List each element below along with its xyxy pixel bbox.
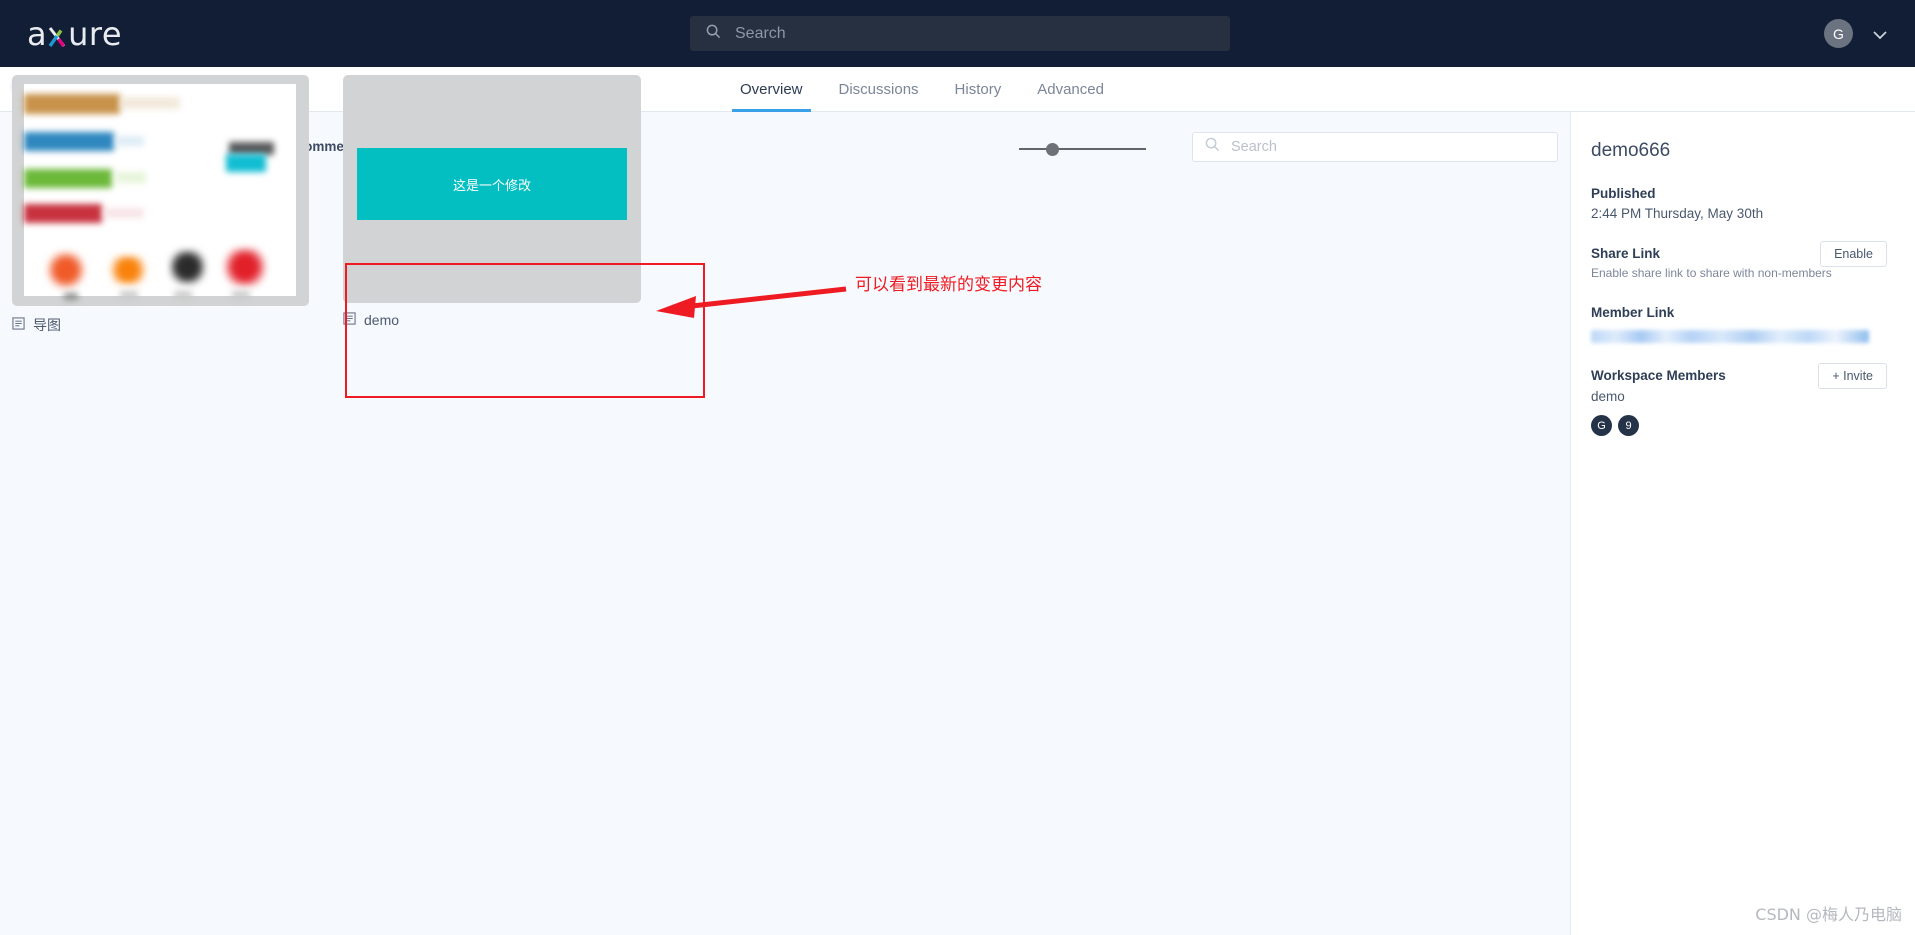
enable-share-link-button[interactable]: Enable [1820, 241, 1887, 267]
user-avatar[interactable]: G [1824, 19, 1853, 48]
member-link-section: Member Link [1591, 305, 1887, 343]
page-label-row: demo [343, 312, 641, 328]
page-label: 导图 [33, 317, 61, 333]
page-thumbnail-daotu[interactable]: 导图 [12, 75, 309, 335]
tab-advanced-label: Advanced [1037, 81, 1104, 98]
workspace-name: demo [1591, 389, 1625, 404]
page-content-block: 这是一个修改 [357, 148, 627, 220]
pages-search-input[interactable]: Search [1192, 132, 1558, 162]
page-icon [12, 317, 25, 333]
page-thumbnail-demo[interactable]: 这是一个修改 demo [343, 75, 641, 328]
watermark: CSDN @梅人乃电脑 [1755, 905, 1902, 924]
member-avatar[interactable]: G [1591, 415, 1612, 436]
chevron-down-icon[interactable] [1872, 27, 1888, 45]
project-title: demo666 [1591, 140, 1671, 161]
member-avatar[interactable]: 9 [1618, 415, 1639, 436]
global-search-placeholder: Search [735, 24, 786, 42]
tab-discussions-label: Discussions [838, 81, 919, 98]
page-thumbnail-preview [24, 84, 296, 300]
published-label: Published [1591, 186, 1656, 201]
axure-logo[interactable]: a ure [27, 15, 122, 53]
member-link-value-redacted[interactable] [1591, 330, 1869, 343]
tab-overview[interactable]: Overview [722, 67, 821, 112]
search-icon [1205, 137, 1220, 157]
user-avatar-initial: G [1833, 25, 1844, 42]
member-link-label: Member Link [1591, 305, 1675, 320]
logo-text-ure: ure [68, 14, 123, 53]
logo-text-a: a [27, 14, 48, 53]
share-link-section: Share Link Enable Enable share link to s… [1591, 241, 1887, 280]
annotation-note-text: 可以看到最新的变更内容 [855, 275, 1042, 295]
page-thumbnail-frame: 这是一个修改 [343, 75, 641, 303]
published-section: Published 2:44 PM Thursday, May 30th [1591, 186, 1887, 221]
zoom-slider[interactable] [1019, 140, 1146, 158]
tab-history[interactable]: History [937, 67, 1020, 112]
zoom-slider-track [1019, 148, 1146, 150]
tab-discussions[interactable]: Discussions [821, 67, 937, 112]
published-timestamp: 2:44 PM Thursday, May 30th [1591, 206, 1764, 221]
global-top-bar: a ure Search G [0, 0, 1915, 67]
project-tabs: Overview Discussions History Advanced [722, 67, 1122, 112]
workspace-members-section: Workspace Members + Invite demo G 9 [1591, 363, 1887, 436]
page-content-text: 这是一个修改 [452, 178, 531, 194]
left-arrow-icon [650, 280, 850, 327]
page-icon [343, 312, 356, 328]
project-details-sidebar: demo666 Published 2:44 PM Thursday, May … [1570, 112, 1915, 935]
tab-overview-label: Overview [740, 81, 803, 98]
page-thumbnail-frame [12, 75, 309, 306]
invite-button[interactable]: + Invite [1818, 363, 1887, 389]
member-avatar-list: G 9 [1591, 415, 1887, 436]
search-icon [706, 24, 721, 44]
page-label-row: 导图 [12, 315, 309, 335]
logo-x-icon [48, 20, 67, 47]
global-search-input[interactable]: Search [690, 16, 1230, 51]
page-label: demo [364, 312, 400, 328]
tab-history-label: History [954, 81, 1002, 98]
share-link-hint: Enable share link to share with non-memb… [1591, 266, 1832, 280]
tab-advanced[interactable]: Advanced [1019, 67, 1122, 112]
zoom-slider-handle[interactable] [1046, 143, 1059, 156]
pages-search-placeholder: Search [1231, 139, 1277, 155]
